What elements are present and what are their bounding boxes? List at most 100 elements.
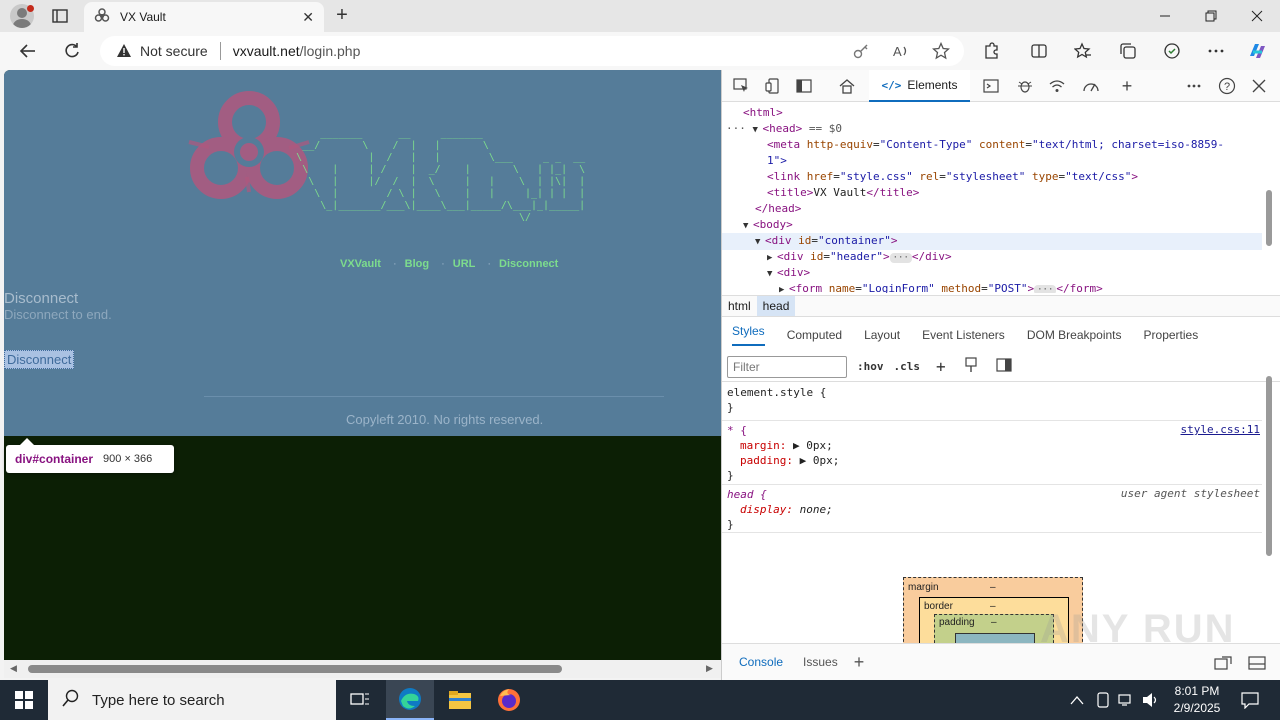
more-tools-plus-icon[interactable]: + xyxy=(1116,76,1138,96)
collections-icon[interactable] xyxy=(1117,40,1139,62)
close-tab-icon[interactable]: ✕ xyxy=(302,9,314,26)
restore-icon[interactable] xyxy=(1188,0,1234,32)
favorite-star-icon[interactable] xyxy=(931,41,951,63)
horizontal-scrollbar[interactable]: ◀ ▶ xyxy=(4,660,721,678)
address-bar[interactable]: Not secure vxvault.net/login.php A xyxy=(100,36,964,66)
windows-start-icon[interactable] xyxy=(0,680,48,720)
dom-title-node[interactable]: <title>VX Vault</title> xyxy=(767,185,919,201)
warning-icon[interactable] xyxy=(116,43,132,59)
more-options-icon[interactable] xyxy=(1205,40,1227,62)
dom-body-node[interactable]: ▼ <body> xyxy=(743,217,793,234)
drawer-add-tab-icon[interactable]: + xyxy=(850,652,877,673)
rule-padding[interactable]: padding: ▶ 0px; xyxy=(740,453,839,468)
nav-link-blog[interactable]: Blog xyxy=(405,258,429,270)
scroll-right-icon[interactable]: ▶ xyxy=(706,663,713,674)
minimize-icon[interactable] xyxy=(1142,0,1188,32)
dom-scrollbar[interactable] xyxy=(1264,190,1274,280)
dom-header-node[interactable]: ▶ <div id="header"> ··· </div> xyxy=(767,249,952,266)
bug-sources-icon[interactable] xyxy=(1014,76,1036,96)
read-aloud-icon[interactable]: A xyxy=(892,42,910,63)
security-label[interactable]: Not secure xyxy=(140,43,208,59)
drawer-tab-console[interactable]: Console xyxy=(722,655,795,669)
rule-element-style[interactable]: element.style { } xyxy=(722,383,1262,421)
tray-volume-icon[interactable] xyxy=(1142,680,1160,720)
scroll-thumb[interactable] xyxy=(28,665,562,673)
styles-filter-input[interactable]: Filter xyxy=(727,355,847,378)
browser-tab[interactable]: VX Vault ✕ xyxy=(84,2,324,32)
console-icon[interactable] xyxy=(980,76,1002,96)
tab-computed[interactable]: Computed xyxy=(777,328,854,342)
close-window-icon[interactable] xyxy=(1234,0,1280,32)
tab-layout[interactable]: Layout xyxy=(854,328,912,342)
ascii-logo: _______ __ _______ __/ \ / | | \ \ | / |… xyxy=(296,128,586,223)
split-screen-icon[interactable] xyxy=(1028,40,1050,62)
file-explorer-icon[interactable] xyxy=(436,680,484,720)
breadcrumb-head[interactable]: head xyxy=(756,296,796,316)
tray-device-icon[interactable] xyxy=(1096,680,1110,720)
tray-clock[interactable]: 8:01 PM 2/9/2025 xyxy=(1170,683,1224,717)
performance-icon[interactable] xyxy=(1080,76,1102,96)
rule-head-ua[interactable]: head { user agent stylesheet display: no… xyxy=(722,485,1262,533)
network-wifi-icon[interactable] xyxy=(1046,76,1068,96)
tab-actions-icon[interactable] xyxy=(46,4,74,28)
task-view-icon[interactable] xyxy=(336,680,384,720)
disconnect-button[interactable]: Disconnect xyxy=(4,350,75,369)
nav-link-url[interactable]: URL xyxy=(453,258,476,270)
dom-container-node[interactable]: ▼ <div id="container"> xyxy=(722,233,1262,250)
browser-essentials-icon[interactable] xyxy=(1161,40,1183,62)
taskbar-search[interactable]: Type here to search xyxy=(48,680,336,720)
nav-link-vxvault[interactable]: VXVault xyxy=(340,258,381,270)
nav-link-disconnect[interactable]: Disconnect xyxy=(499,258,558,270)
cls-toggle[interactable]: .cls xyxy=(894,360,921,373)
refresh-icon[interactable] xyxy=(58,38,86,64)
extensions-icon[interactable] xyxy=(980,40,1002,62)
paint-bucket-icon[interactable] xyxy=(964,357,978,376)
device-emulation-icon[interactable] xyxy=(762,76,784,96)
close-devtools-icon[interactable] xyxy=(1248,76,1270,96)
scroll-left-icon[interactable]: ◀ xyxy=(10,663,17,674)
clock-date: 2/9/2025 xyxy=(1173,701,1221,715)
copilot-icon[interactable] xyxy=(1246,40,1268,62)
rule-source-link[interactable]: style.css:11 xyxy=(1181,423,1260,436)
dom-html-node[interactable]: <html> xyxy=(743,105,783,121)
dom-form-node[interactable]: ▶ <form name="LoginForm" method="POST"> ··… xyxy=(779,281,1103,293)
tab-styles[interactable]: Styles xyxy=(722,324,777,346)
dom-scroll-thumb[interactable] xyxy=(1266,190,1272,246)
dock-side-icon[interactable] xyxy=(793,76,815,96)
rule-margin[interactable]: margin: ▶ 0px; xyxy=(740,438,833,453)
styles-scroll-thumb[interactable] xyxy=(1266,376,1272,556)
dom-head-node[interactable]: ··· ▼ <head> == $0 xyxy=(726,121,1262,138)
rule-universal[interactable]: * { style.css:11 margin: ▶ 0px; padding:… xyxy=(722,421,1262,485)
tray-chevron-icon[interactable] xyxy=(1070,680,1084,720)
new-rule-plus-icon[interactable]: + xyxy=(936,357,946,376)
new-tab-button[interactable]: + xyxy=(330,4,354,28)
help-icon[interactable]: ? xyxy=(1216,76,1238,96)
dom-meta-node[interactable]: <meta http-equiv="Content-Type" content=… xyxy=(767,137,1224,153)
tab-event-listeners[interactable]: Event Listeners xyxy=(912,328,1017,342)
styles-scrollbar[interactable] xyxy=(1264,362,1274,632)
tab-properties[interactable]: Properties xyxy=(1134,328,1211,342)
url-text[interactable]: vxvault.net/login.php xyxy=(233,43,361,59)
dom-link-node[interactable]: <link href="style.css" rel="stylesheet" … xyxy=(767,169,1138,185)
dock-drawer-icon[interactable] xyxy=(1214,655,1232,674)
edge-browser-icon[interactable] xyxy=(386,680,434,720)
rule-close: } xyxy=(727,518,734,531)
inspect-element-icon[interactable] xyxy=(730,76,752,96)
favorites-icon[interactable] xyxy=(1072,40,1094,62)
breadcrumb-html[interactable]: html xyxy=(722,296,757,316)
password-key-icon[interactable] xyxy=(852,42,870,63)
welcome-home-icon[interactable] xyxy=(836,76,858,96)
back-icon[interactable] xyxy=(14,38,42,64)
hov-toggle[interactable]: :hov xyxy=(857,360,884,373)
dom-div-node[interactable]: ▼ <div> xyxy=(767,265,810,282)
notifications-icon[interactable] xyxy=(1230,680,1270,720)
tab-dom-breakpoints[interactable]: DOM Breakpoints xyxy=(1017,328,1134,342)
expand-drawer-icon[interactable] xyxy=(1248,655,1266,674)
tray-network-icon[interactable] xyxy=(1118,680,1134,720)
devtools-toolbar: </> Elements + ? xyxy=(722,70,1280,102)
drawer-tab-issues[interactable]: Issues xyxy=(795,655,850,669)
toggle-sidebar-icon[interactable] xyxy=(996,358,1012,375)
devtools-menu-icon[interactable] xyxy=(1183,76,1205,96)
firefox-icon[interactable] xyxy=(485,680,533,720)
tab-elements[interactable]: </> Elements xyxy=(869,70,970,102)
